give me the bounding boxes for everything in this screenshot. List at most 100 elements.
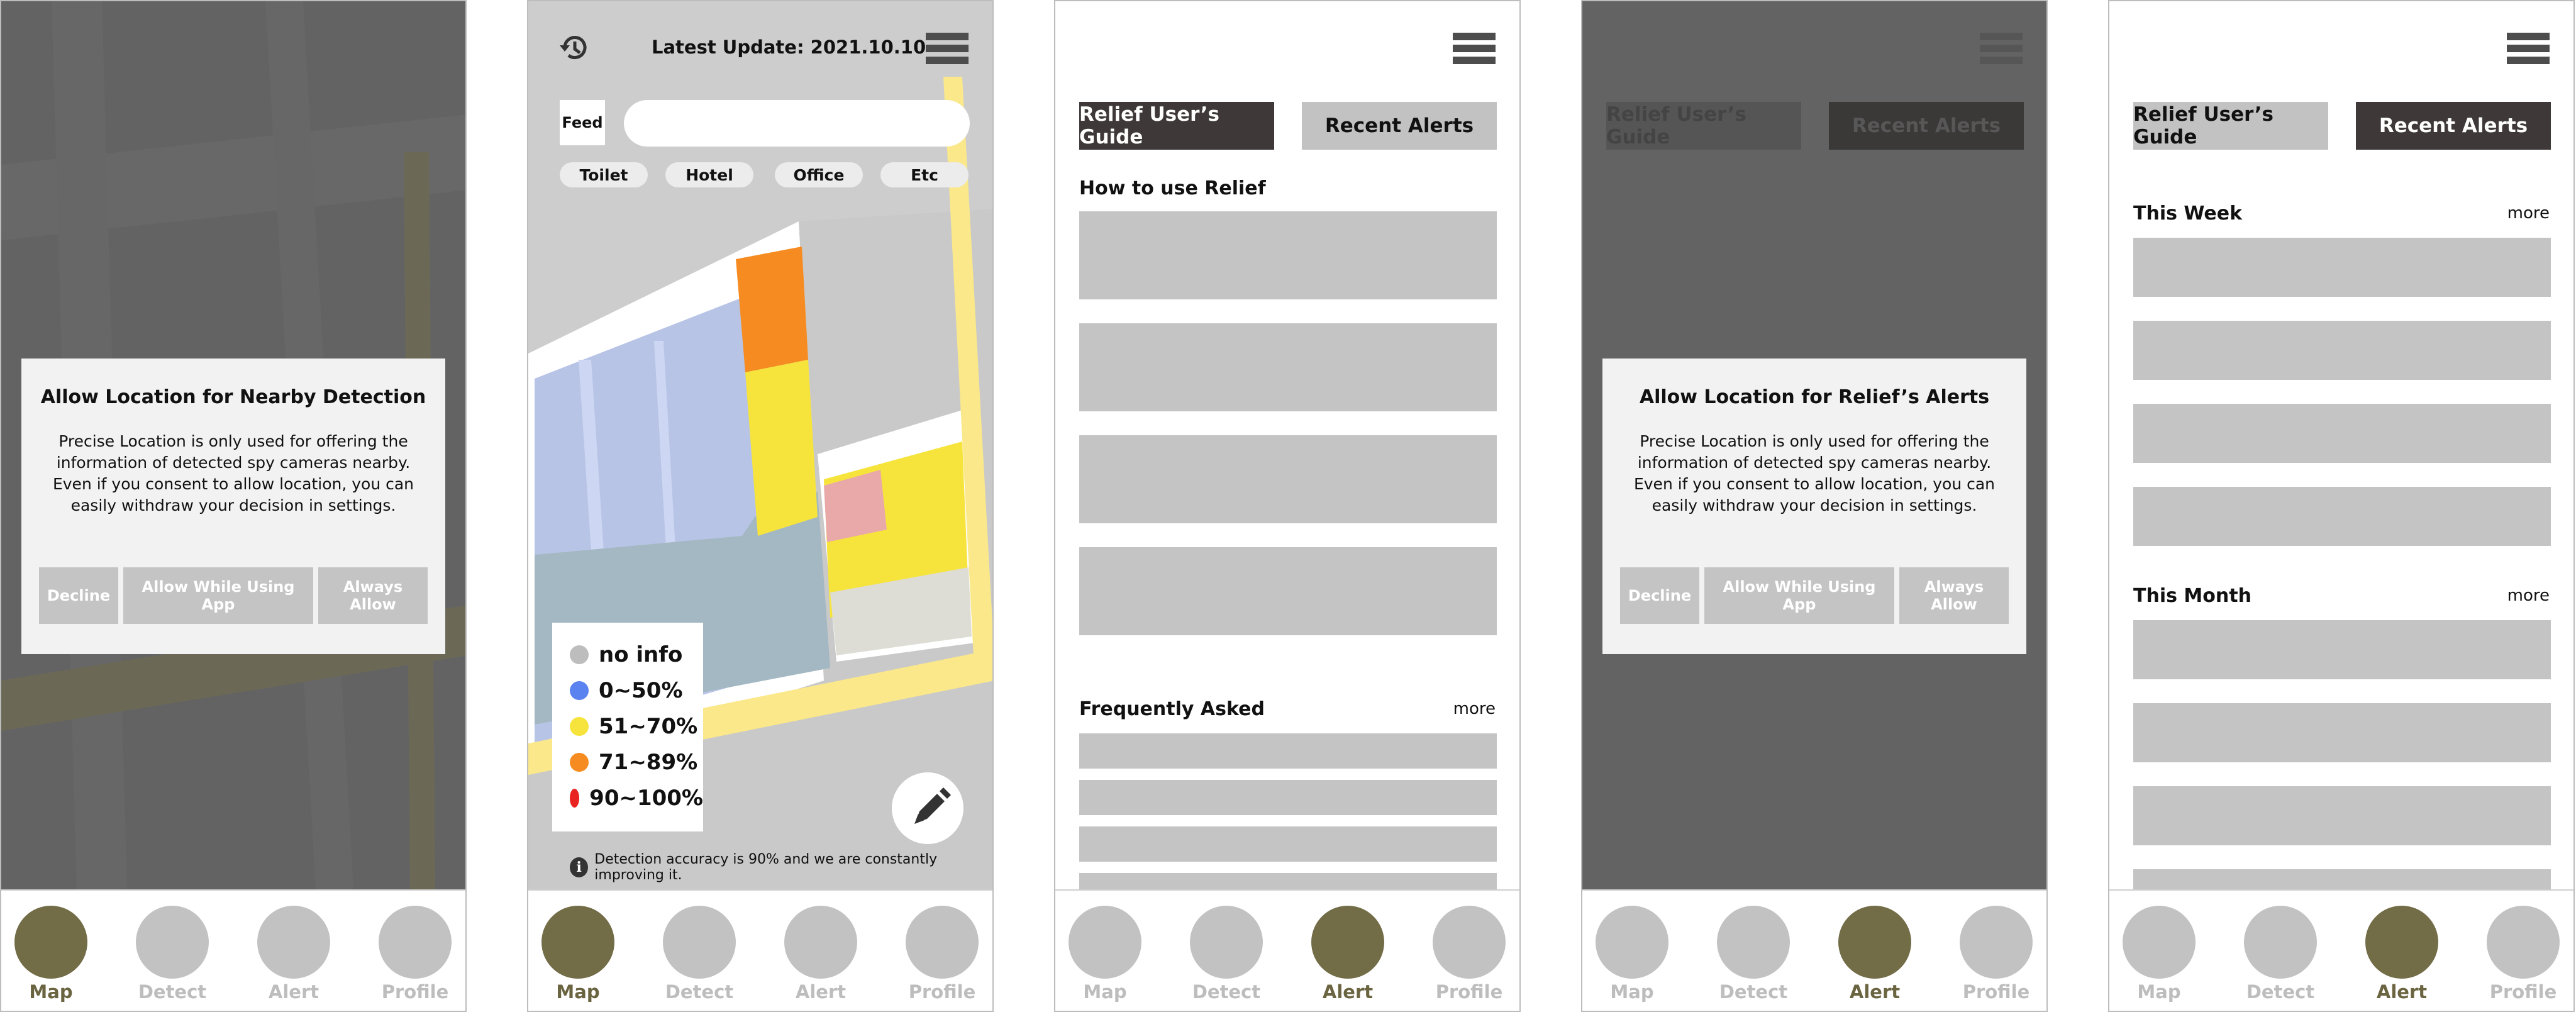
tab-user-guide[interactable]: Relief User’s Guide bbox=[2133, 102, 2328, 150]
accuracy-note-text: Detection accuracy is 90% and we are con… bbox=[594, 852, 938, 883]
nav-map[interactable]: Map bbox=[1064, 906, 1146, 1003]
nav-map[interactable]: Map bbox=[10, 906, 92, 1003]
nav-profile[interactable]: Profile bbox=[2482, 906, 2564, 1003]
alert-card[interactable] bbox=[2133, 869, 2551, 889]
legend-item: 71~89% bbox=[570, 744, 703, 780]
guide-card[interactable] bbox=[1079, 211, 1497, 299]
nav-alert[interactable]: Alert bbox=[1307, 906, 1389, 1003]
nav-alert[interactable]: Alert bbox=[2361, 906, 2443, 1003]
pencil-icon bbox=[914, 787, 951, 824]
history-icon[interactable] bbox=[557, 30, 592, 65]
filter-chip-hotel[interactable]: Hotel bbox=[665, 162, 753, 187]
legend-label: 71~89% bbox=[599, 749, 698, 775]
alert-icon bbox=[1311, 906, 1384, 979]
search-input[interactable] bbox=[624, 100, 970, 147]
faq-more-link[interactable]: more bbox=[1453, 699, 1496, 718]
bottom-nav: Map Detect Alert Profile bbox=[1055, 889, 1519, 1011]
decline-button[interactable]: Decline bbox=[39, 567, 118, 624]
map-icon bbox=[541, 906, 614, 979]
decline-button[interactable]: Decline bbox=[1620, 567, 1699, 624]
alert-icon bbox=[257, 906, 330, 979]
guide-card[interactable] bbox=[1079, 547, 1497, 635]
always-allow-button[interactable]: Always Allow bbox=[318, 567, 428, 624]
legend-dot bbox=[570, 681, 589, 700]
nav-label: Alert bbox=[795, 981, 847, 1003]
allow-while-using-button[interactable]: Allow While Using App bbox=[1704, 567, 1894, 624]
map-icon bbox=[2123, 906, 2196, 979]
nav-map[interactable]: Map bbox=[1591, 906, 1673, 1003]
nav-detect[interactable]: Detect bbox=[131, 906, 213, 1003]
dialog-body: Precise Location is only used for offeri… bbox=[1633, 432, 1996, 514]
nav-map[interactable]: Map bbox=[2118, 906, 2200, 1003]
map-view[interactable]: Latest Update: 2021.10.10 Feed Toilet Ho… bbox=[528, 1, 992, 889]
filter-chip-office[interactable]: Office bbox=[775, 162, 863, 187]
menu-icon[interactable] bbox=[926, 33, 969, 64]
allow-while-using-button[interactable]: Allow While Using App bbox=[123, 567, 313, 624]
nav-profile[interactable]: Profile bbox=[374, 906, 456, 1003]
nav-label: Alert bbox=[2376, 981, 2428, 1003]
tab-recent-alerts[interactable]: Recent Alerts bbox=[1302, 102, 1497, 150]
faq-item[interactable] bbox=[1079, 873, 1497, 889]
latest-update-text: Latest Update: 2021.10.10 bbox=[652, 36, 926, 58]
nav-alert[interactable]: Alert bbox=[1834, 906, 1916, 1003]
tab-user-guide[interactable]: Relief User’s Guide bbox=[1079, 102, 1274, 150]
menu-icon[interactable] bbox=[2507, 33, 2550, 64]
report-button[interactable] bbox=[892, 772, 963, 844]
alert-card[interactable] bbox=[2133, 786, 2551, 845]
nav-map[interactable]: Map bbox=[537, 906, 619, 1003]
faq-item[interactable] bbox=[1079, 780, 1497, 815]
alert-card[interactable] bbox=[2133, 404, 2551, 463]
filter-chip-etc[interactable]: Etc bbox=[880, 162, 969, 187]
profile-icon bbox=[379, 906, 452, 979]
alerts-content-dimmed: Relief User’s Guide Recent Alerts Allow … bbox=[1582, 1, 2046, 889]
always-allow-button[interactable]: Always Allow bbox=[1899, 567, 2009, 624]
tab-recent-alerts[interactable]: Recent Alerts bbox=[2356, 102, 2551, 150]
nav-detect[interactable]: Detect bbox=[2240, 906, 2321, 1003]
legend-label: 51~70% bbox=[599, 713, 698, 739]
nav-profile[interactable]: Profile bbox=[901, 906, 983, 1003]
nav-detect[interactable]: Detect bbox=[658, 906, 740, 1003]
nav-alert[interactable]: Alert bbox=[780, 906, 862, 1003]
legend-dot bbox=[570, 716, 589, 736]
guide-card[interactable] bbox=[1079, 323, 1497, 411]
alert-card[interactable] bbox=[2133, 238, 2551, 297]
alert-card[interactable] bbox=[2133, 321, 2551, 380]
filter-chip-toilet[interactable]: Toilet bbox=[560, 162, 648, 187]
alerts-content: Relief User’s Guide Recent Alerts This W… bbox=[2109, 1, 2573, 889]
guide-card[interactable] bbox=[1079, 435, 1497, 523]
month-more-link[interactable]: more bbox=[2507, 586, 2550, 605]
faq-item[interactable] bbox=[1079, 733, 1497, 769]
nav-profile[interactable]: Profile bbox=[1428, 906, 1510, 1003]
profile-icon bbox=[906, 906, 979, 979]
map-icon bbox=[1069, 906, 1141, 979]
alert-card[interactable] bbox=[2133, 487, 2551, 546]
tab-user-guide[interactable]: Relief User’s Guide bbox=[1606, 102, 1801, 150]
dialog-title: Allow Location for Nearby Detection bbox=[40, 386, 426, 408]
legend-label: no info bbox=[599, 642, 683, 667]
legend-item: 51~70% bbox=[570, 708, 703, 744]
nav-label: Map bbox=[1610, 981, 1654, 1003]
faq-item[interactable] bbox=[1079, 826, 1497, 862]
map-view[interactable]: Allow Location for Nearby Detection Prec… bbox=[1, 1, 465, 889]
nav-detect[interactable]: Detect bbox=[1713, 906, 1794, 1003]
nav-detect[interactable]: Detect bbox=[1185, 906, 1267, 1003]
week-more-link[interactable]: more bbox=[2507, 204, 2550, 223]
nav-label: Detect bbox=[1192, 981, 1261, 1003]
alert-card[interactable] bbox=[2133, 620, 2551, 679]
nav-label: Detect bbox=[1719, 981, 1788, 1003]
bottom-nav: Map Detect Alert Profile bbox=[2109, 889, 2573, 1011]
nav-label: Profile bbox=[908, 981, 976, 1003]
alert-card[interactable] bbox=[2133, 703, 2551, 762]
tab-recent-alerts[interactable]: Recent Alerts bbox=[1829, 102, 2024, 150]
nav-profile[interactable]: Profile bbox=[1955, 906, 2037, 1003]
bottom-nav: Map Detect Alert Profile bbox=[1582, 889, 2046, 1011]
nav-label: Profile bbox=[2489, 981, 2557, 1003]
nav-label: Alert bbox=[1322, 981, 1374, 1003]
profile-icon bbox=[1433, 906, 1506, 979]
location-permission-dialog: Allow Location for Nearby Detection Prec… bbox=[21, 359, 445, 654]
menu-icon[interactable] bbox=[1980, 33, 2023, 64]
menu-icon[interactable] bbox=[1453, 33, 1496, 64]
detect-icon bbox=[1717, 906, 1790, 979]
nav-alert[interactable]: Alert bbox=[253, 906, 335, 1003]
feed-label[interactable]: Feed bbox=[560, 100, 605, 145]
